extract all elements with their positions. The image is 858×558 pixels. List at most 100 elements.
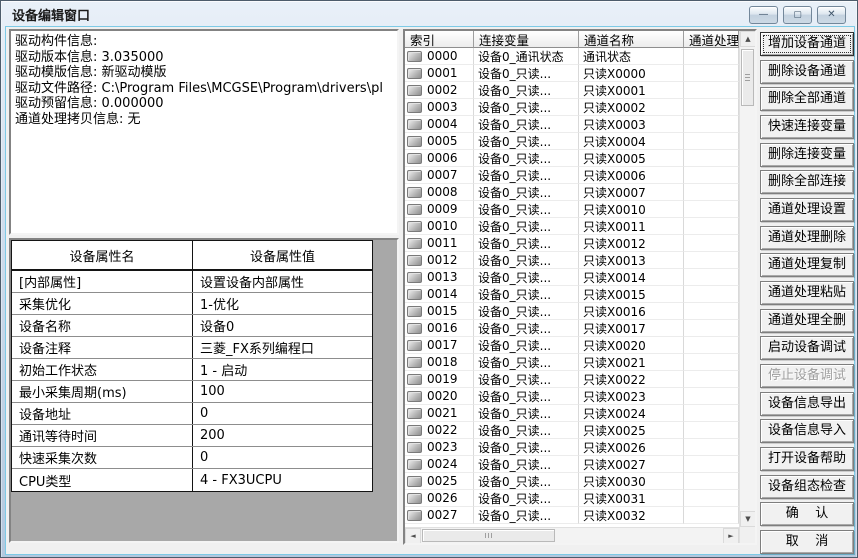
vertical-scrollbar: ▲ ▼ bbox=[739, 31, 755, 543]
maximize-button[interactable]: ▢ bbox=[783, 6, 812, 24]
property-row[interactable]: 最小采集周期(ms) 100 bbox=[12, 381, 372, 403]
titlebar[interactable]: 设备编辑窗口 — ▢ ✕ bbox=[1, 1, 857, 26]
channel-table-row[interactable]: 0016 设备0_只读... 只读X0017 bbox=[405, 320, 739, 337]
channel-variable-cell: 设备0_只读... bbox=[474, 354, 579, 371]
scroll-right-button[interactable]: ► bbox=[723, 528, 739, 543]
action-button[interactable]: 通道处理删除 bbox=[760, 226, 854, 250]
close-button[interactable]: ✕ bbox=[817, 6, 846, 24]
maximize-icon: ▢ bbox=[793, 11, 802, 20]
property-row[interactable]: 初始工作状态 1 - 启动 bbox=[12, 359, 372, 381]
channel-table-row[interactable]: 0014 设备0_只读... 只读X0015 bbox=[405, 286, 739, 303]
action-button[interactable]: 快速连接变量 bbox=[760, 115, 854, 139]
channel-table-row[interactable]: 0027 设备0_只读... 只读X0032 bbox=[405, 507, 739, 524]
channel-table-row[interactable]: 0010 设备0_只读... 只读X0011 bbox=[405, 218, 739, 235]
property-row[interactable]: 设备名称 设备0 bbox=[12, 315, 372, 337]
property-name-cell: 快速采集次数 bbox=[12, 447, 193, 468]
chip-icon bbox=[407, 323, 422, 334]
horizontal-scroll-track[interactable] bbox=[421, 528, 723, 543]
channel-table-row[interactable]: 0008 设备0_只读... 只读X0007 bbox=[405, 184, 739, 201]
action-button[interactable]: 通道处理全删 bbox=[760, 309, 854, 333]
chip-icon bbox=[407, 68, 422, 79]
chip-icon bbox=[407, 374, 422, 385]
action-button[interactable]: 启动设备调试 bbox=[760, 336, 854, 360]
variable-column-header[interactable]: 连接变量 bbox=[474, 31, 579, 48]
channel-table-row[interactable]: 0000 设备0_通讯状态 通讯状态 bbox=[405, 48, 739, 65]
property-row[interactable]: 采集优化 1-优化 bbox=[12, 293, 372, 315]
property-row[interactable]: 设备地址 0 bbox=[12, 403, 372, 425]
action-button[interactable]: 通道处理设置 bbox=[760, 198, 854, 222]
property-row[interactable]: 快速采集次数 0 bbox=[12, 447, 372, 469]
property-row[interactable]: 设备注释 三菱_FX系列编程口 bbox=[12, 337, 372, 359]
property-name-cell: [内部属性] bbox=[12, 271, 193, 292]
action-button[interactable]: 确 认 bbox=[760, 502, 854, 526]
channel-table-row[interactable]: 0018 设备0_只读... 只读X0021 bbox=[405, 354, 739, 371]
action-button[interactable]: 通道处理复制 bbox=[760, 253, 854, 277]
action-button[interactable]: 通道处理粘贴 bbox=[760, 281, 854, 305]
channel-table-row[interactable]: 0024 设备0_只读... 只读X0027 bbox=[405, 456, 739, 473]
channel-table-row[interactable]: 0007 设备0_只读... 只读X0006 bbox=[405, 167, 739, 184]
chip-icon bbox=[407, 153, 422, 164]
channel-table-row[interactable]: 0012 设备0_只读... 只读X0013 bbox=[405, 252, 739, 269]
channel-table-row[interactable]: 0004 设备0_只读... 只读X0003 bbox=[405, 116, 739, 133]
driver-info-line: 驱动预留信息: 0.000000 bbox=[15, 96, 393, 112]
action-button[interactable]: 打开设备帮助 bbox=[760, 447, 854, 471]
channel-table-row[interactable]: 0005 设备0_只读... 只读X0004 bbox=[405, 133, 739, 150]
channel-table-row[interactable]: 0017 设备0_只读... 只读X0020 bbox=[405, 337, 739, 354]
channel-process-column-header[interactable]: 通道处理 bbox=[684, 31, 739, 48]
channel-table-row[interactable]: 0022 设备0_只读... 只读X0025 bbox=[405, 422, 739, 439]
property-row[interactable]: CPU类型 4 - FX3UCPU bbox=[12, 469, 372, 491]
action-button[interactable]: 设备组态检查 bbox=[760, 475, 854, 499]
channel-process-cell bbox=[684, 286, 739, 303]
property-row[interactable]: 通讯等待时间 200 bbox=[12, 425, 372, 447]
channel-table-row[interactable]: 0025 设备0_只读... 只读X0030 bbox=[405, 473, 739, 490]
channel-name-cell: 只读X0006 bbox=[579, 167, 684, 184]
channel-table-row[interactable]: 0023 设备0_只读... 只读X0026 bbox=[405, 439, 739, 456]
channel-table-row[interactable]: 0003 设备0_只读... 只读X0002 bbox=[405, 99, 739, 116]
channel-process-cell bbox=[684, 320, 739, 337]
action-button[interactable]: 取 消 bbox=[760, 530, 854, 554]
action-button[interactable]: 增加设备通道 bbox=[760, 32, 854, 56]
channel-variable-cell: 设备0_只读... bbox=[474, 303, 579, 320]
channel-process-cell bbox=[684, 218, 739, 235]
scroll-left-button[interactable]: ◄ bbox=[405, 528, 421, 543]
channel-table-row[interactable]: 0001 设备0_只读... 只读X0000 bbox=[405, 65, 739, 82]
channel-index: 0017 bbox=[427, 338, 458, 352]
channel-index-cell: 0009 bbox=[405, 201, 474, 218]
scrollbar-corner bbox=[740, 527, 755, 543]
vertical-scroll-thumb[interactable] bbox=[741, 49, 754, 106]
channel-index: 0014 bbox=[427, 287, 458, 301]
channel-table-row[interactable]: 0006 设备0_只读... 只读X0005 bbox=[405, 150, 739, 167]
channel-table-row[interactable]: 0013 设备0_只读... 只读X0014 bbox=[405, 269, 739, 286]
channel-index: 0002 bbox=[427, 83, 458, 97]
property-name-cell: 最小采集周期(ms) bbox=[12, 381, 193, 402]
scroll-down-button[interactable]: ▼ bbox=[740, 511, 755, 527]
channel-name-cell: 只读X0000 bbox=[579, 65, 684, 82]
channel-table-row[interactable]: 0009 设备0_只读... 只读X0010 bbox=[405, 201, 739, 218]
action-button-column: 增加设备通道 删除设备通道 删除全部通道 快速连接变量 删除连接变量 删除全部连… bbox=[760, 32, 854, 554]
action-button[interactable]: 删除全部通道 bbox=[760, 87, 854, 111]
property-row[interactable]: [内部属性] 设置设备内部属性 bbox=[12, 271, 372, 293]
scroll-up-button[interactable]: ▲ bbox=[740, 31, 755, 47]
channel-rows: 0000 设备0_通讯状态 通讯状态 0001 bbox=[405, 48, 739, 527]
index-column-header[interactable]: 索引 bbox=[405, 31, 474, 48]
channel-index: 0009 bbox=[427, 202, 458, 216]
channel-table-row[interactable]: 0019 设备0_只读... 只读X0022 bbox=[405, 371, 739, 388]
horizontal-scroll-thumb[interactable] bbox=[422, 529, 555, 542]
channel-table-row[interactable]: 0021 设备0_只读... 只读X0024 bbox=[405, 405, 739, 422]
action-button[interactable]: 删除全部连接 bbox=[760, 170, 854, 194]
action-button[interactable]: 停止设备调试 bbox=[760, 364, 854, 388]
channel-name-column-header[interactable]: 通道名称 bbox=[579, 31, 684, 48]
minimize-button[interactable]: — bbox=[749, 6, 778, 24]
channel-table-row[interactable]: 0020 设备0_只读... 只读X0023 bbox=[405, 388, 739, 405]
channel-table-row[interactable]: 0002 设备0_只读... 只读X0001 bbox=[405, 82, 739, 99]
action-button[interactable]: 删除设备通道 bbox=[760, 60, 854, 84]
action-button[interactable]: 设备信息导出 bbox=[760, 392, 854, 416]
channel-table-row[interactable]: 0011 设备0_只读... 只读X0012 bbox=[405, 235, 739, 252]
channel-name-cell: 只读X0002 bbox=[579, 99, 684, 116]
vertical-scroll-track[interactable] bbox=[740, 47, 755, 511]
channel-index-cell: 0001 bbox=[405, 65, 474, 82]
action-button[interactable]: 删除连接变量 bbox=[760, 143, 854, 167]
action-button[interactable]: 设备信息导入 bbox=[760, 419, 854, 443]
channel-table-row[interactable]: 0015 设备0_只读... 只读X0016 bbox=[405, 303, 739, 320]
channel-table-row[interactable]: 0026 设备0_只读... 只读X0031 bbox=[405, 490, 739, 507]
